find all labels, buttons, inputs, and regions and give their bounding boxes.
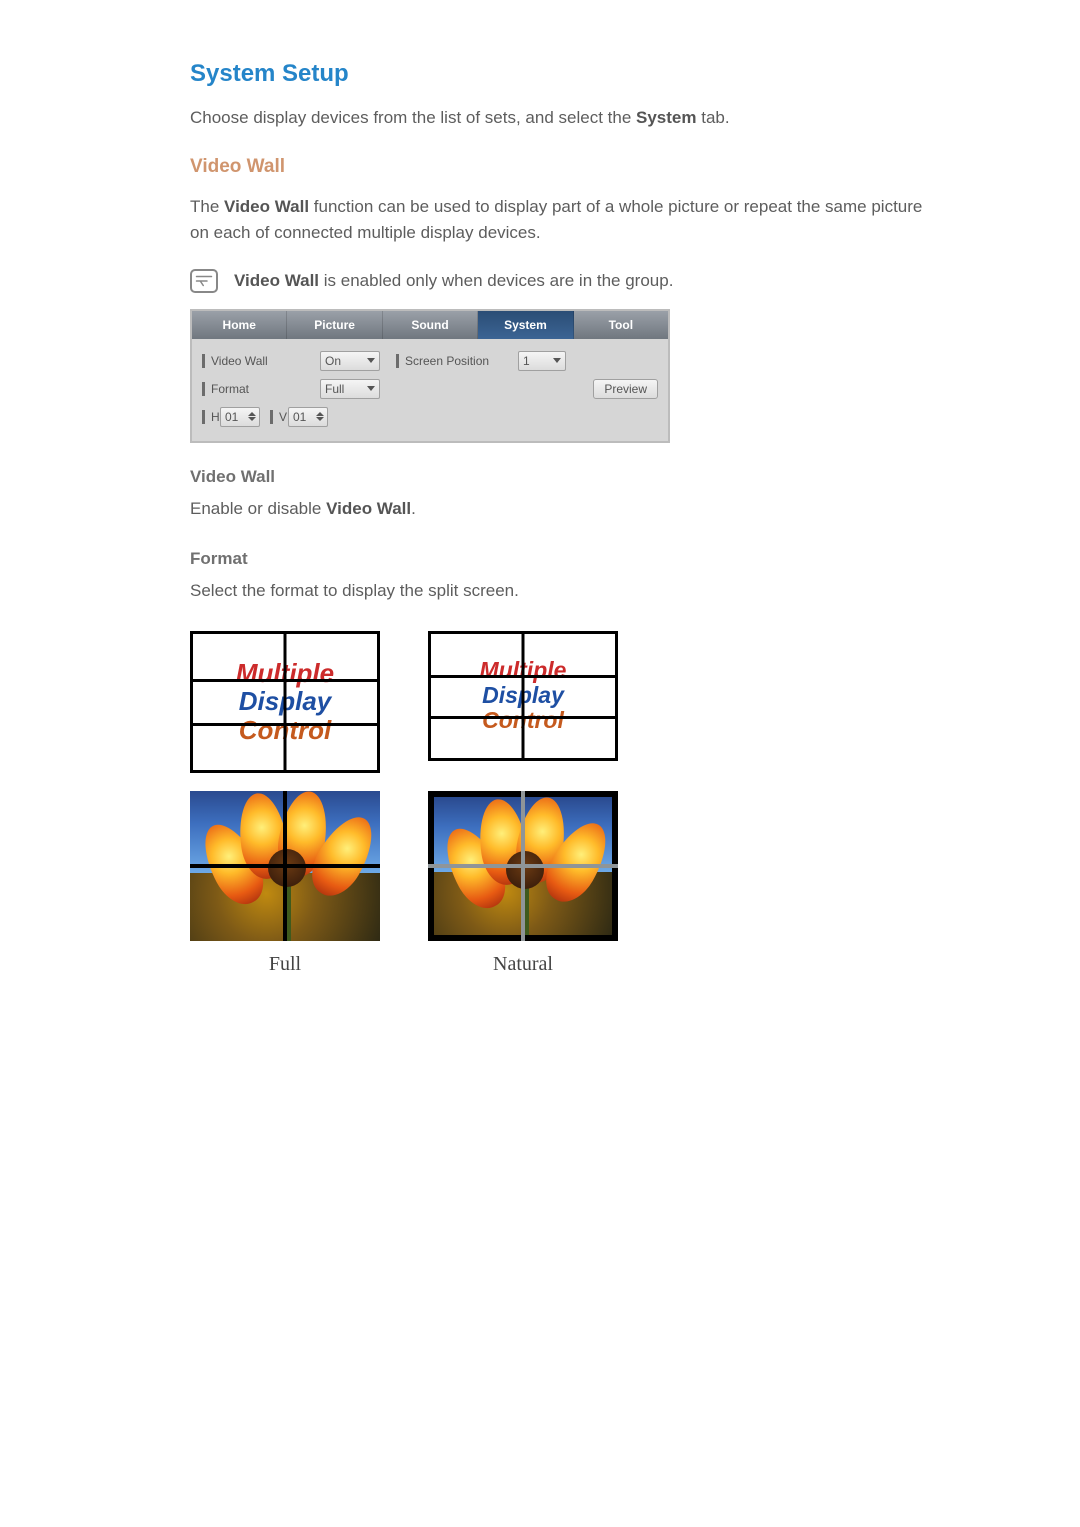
note-text: Video Wall is enabled only when devices …	[234, 271, 673, 291]
intro-bold: System	[636, 108, 696, 127]
spinner-v[interactable]: 01	[288, 407, 328, 427]
vw-desc: The Video Wall function can be used to d…	[190, 194, 940, 247]
note-bold: Video Wall	[234, 271, 319, 290]
spin-up-icon	[248, 412, 256, 416]
format-full-image	[190, 791, 380, 941]
preview-button[interactable]: Preview	[593, 379, 658, 399]
sub-vw-desc: Enable or disable Video Wall.	[190, 499, 940, 519]
format-flower-row	[190, 791, 940, 941]
note-rest: is enabled only when devices are in the …	[319, 271, 673, 290]
subheading-videowall: Video Wall	[190, 467, 940, 487]
format-natural-image	[428, 791, 618, 941]
page-title: System Setup	[190, 60, 940, 88]
chevron-down-icon	[553, 358, 561, 363]
intro-post: tab.	[697, 108, 730, 127]
label-format: Format	[202, 382, 320, 396]
intro-pre: Choose display devices from the list of …	[190, 108, 636, 127]
intro-text: Choose display devices from the list of …	[190, 108, 940, 128]
select-format[interactable]: Full	[320, 379, 380, 399]
label-screenpos: Screen Position	[396, 354, 518, 368]
subheading-format: Format	[190, 549, 940, 569]
spin-up-icon	[316, 412, 324, 416]
tab-home[interactable]: Home	[192, 311, 287, 339]
tabs-row: Home Picture Sound System Tool	[192, 311, 668, 339]
note-row: Video Wall is enabled only when devices …	[190, 269, 940, 293]
format-natural-logo: Multiple Display Control	[428, 631, 618, 761]
format-logo-row: Multiple Display Control Multiple Displa…	[190, 631, 940, 773]
label-videowall: Video Wall	[202, 354, 320, 368]
tab-picture[interactable]: Picture	[287, 311, 382, 339]
tab-sound[interactable]: Sound	[383, 311, 478, 339]
spin-down-icon	[248, 417, 256, 421]
chevron-down-icon	[367, 358, 375, 363]
tab-system[interactable]: System	[478, 311, 573, 339]
caption-row: Full Natural	[190, 953, 940, 976]
label-v: V	[270, 410, 288, 424]
select-screenpos[interactable]: 1	[518, 351, 566, 371]
format-full-logo: Multiple Display Control	[190, 631, 380, 773]
caption-full: Full	[190, 953, 380, 976]
section-title: Video Wall	[190, 156, 940, 178]
tab-tool[interactable]: Tool	[574, 311, 668, 339]
label-h: H	[202, 410, 220, 424]
sub-fmt-desc: Select the format to display the split s…	[190, 581, 940, 601]
vw-desc-bold: Video Wall	[224, 197, 309, 216]
spinner-h[interactable]: 01	[220, 407, 260, 427]
vw-desc-pre: The	[190, 197, 224, 216]
select-videowall[interactable]: On	[320, 351, 380, 371]
caption-natural: Natural	[428, 953, 618, 976]
spin-down-icon	[316, 417, 324, 421]
settings-panel: Home Picture Sound System Tool Video Wal…	[190, 309, 670, 443]
note-icon	[190, 269, 218, 293]
chevron-down-icon	[367, 386, 375, 391]
